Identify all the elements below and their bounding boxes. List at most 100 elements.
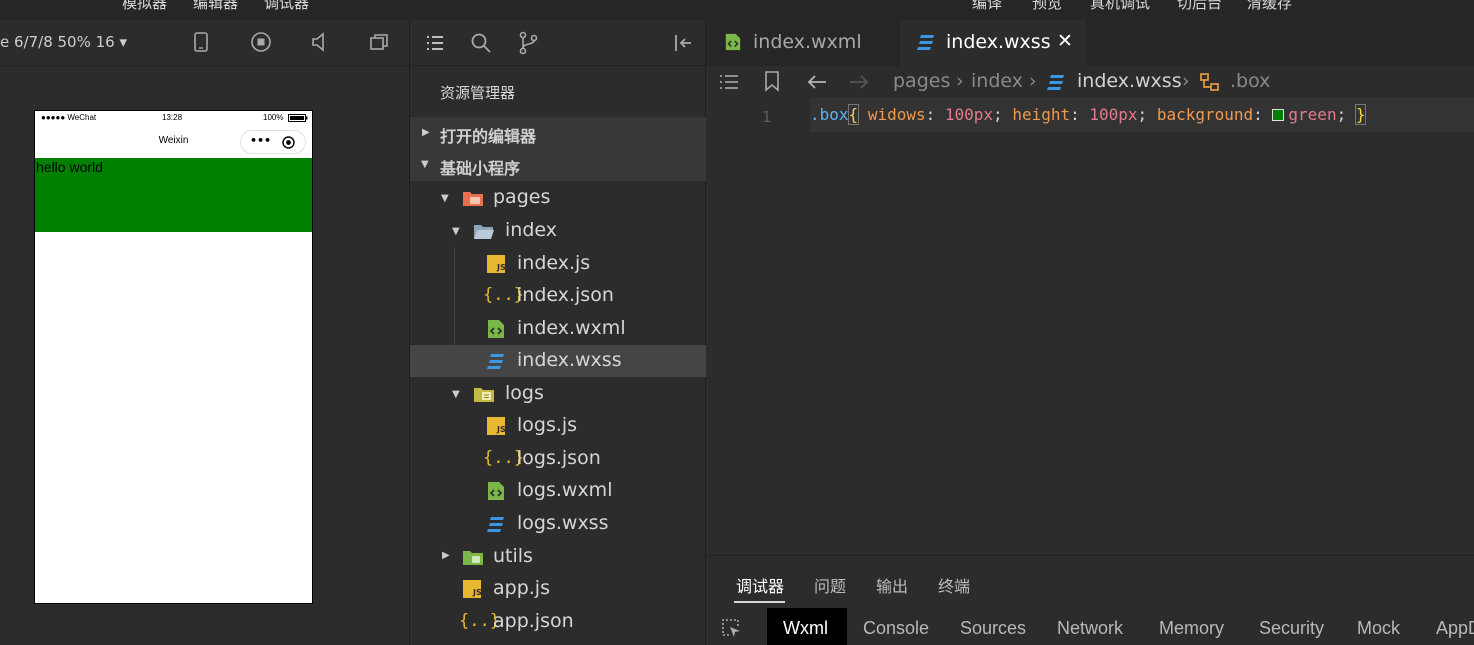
tree-item-label: pages: [493, 186, 551, 208]
tree-indent-guide: [454, 247, 455, 376]
breadcrumb: pages › index › index.wxss › .box: [706, 66, 1474, 98]
css-property: height: [1012, 105, 1071, 124]
collapse-panel-icon[interactable]: [672, 32, 694, 54]
wxml-file-icon: [488, 482, 504, 500]
source-control-icon[interactable]: [517, 31, 539, 55]
capsule-menu[interactable]: •••: [240, 130, 306, 154]
bookmark-icon[interactable]: [763, 70, 781, 92]
tree-item-label: logs.wxss: [517, 512, 609, 534]
utils-folder-icon: [463, 551, 483, 565]
chevron-down-icon: ▼: [421, 159, 429, 170]
menu-real-device-debug[interactable]: 真机调试: [1090, 0, 1150, 13]
chevron-right-icon: ›: [1029, 70, 1037, 92]
box-element: hello world: [35, 158, 312, 232]
tab-wxml[interactable]: Wxml: [783, 618, 828, 639]
close-icon[interactable]: ✕: [1057, 30, 1073, 52]
inspect-element-icon[interactable]: [720, 617, 742, 639]
chevron-right-icon: ›: [956, 70, 964, 92]
status-time: 13:28: [162, 113, 183, 122]
tab-terminal[interactable]: 终端: [938, 573, 970, 597]
tree-item-label: index: [505, 219, 557, 241]
box-text: hello world: [36, 159, 103, 175]
tree-item-index-folder[interactable]: ▼ index: [410, 215, 706, 247]
tab-problems[interactable]: 问题: [814, 573, 846, 597]
menu-clear-cache[interactable]: 清缓存: [1247, 0, 1292, 13]
more-icon[interactable]: •••: [250, 134, 271, 147]
chevron-down-icon: ▼: [452, 389, 460, 400]
outline-icon[interactable]: [718, 72, 740, 92]
project-section[interactable]: ▼ 基础小程序: [410, 149, 706, 181]
devtools-window: 模拟器 编辑器 调试器 编译 预览 真机调试 切后台 清缓存 e 6/7/8 5…: [0, 0, 1474, 645]
tree-item-pages[interactable]: ▼ pages: [410, 182, 706, 214]
debugger-panel: 调试器 问题 输出 终端 Wxml Console Sources Networ…: [706, 555, 1474, 645]
tab-index-wxss[interactable]: index.wxss ✕: [900, 20, 1086, 66]
pages-folder-icon: [463, 192, 483, 206]
menu-editor[interactable]: 编辑器: [193, 0, 238, 13]
file-list-icon[interactable]: [424, 32, 446, 54]
tab-output[interactable]: 输出: [876, 573, 908, 597]
code-line[interactable]: .box{ widows: 100px; height: 100px; back…: [810, 104, 1367, 125]
device-select[interactable]: e 6/7/8 50% 16 ▾: [0, 33, 127, 51]
tab-security[interactable]: Security: [1259, 618, 1324, 639]
tab-sources[interactable]: Sources: [960, 618, 1026, 639]
stop-icon[interactable]: [249, 30, 273, 54]
folder-open-icon: [474, 225, 494, 239]
svg-text:JS: JS: [472, 588, 482, 597]
tree-item-app-json[interactable]: {..} app.json: [410, 606, 706, 638]
wxml-file-icon: [488, 320, 504, 338]
menu-compile[interactable]: 编译: [972, 0, 1002, 13]
search-icon[interactable]: [470, 32, 492, 54]
tab-appdata[interactable]: AppD: [1436, 618, 1474, 639]
forward-arrow-icon[interactable]: [848, 72, 870, 92]
css-property: widows: [867, 105, 926, 124]
tree-item-label: logs.js: [517, 414, 578, 436]
color-swatch-icon[interactable]: [1272, 109, 1285, 121]
phone-status-bar: ●●●●● WeChat 13:28 100%: [35, 111, 312, 125]
breadcrumb-index[interactable]: index: [971, 70, 1023, 92]
menu-preview[interactable]: 预览: [1032, 0, 1062, 13]
tree-item-logs-js[interactable]: JS logs.js: [410, 410, 706, 442]
phone-screen: ●●●●● WeChat 13:28 100% Weixin ••• hello…: [34, 110, 313, 604]
tree-item-logs-json[interactable]: {..} logs.json: [410, 443, 706, 475]
tree-item-label: logs.json: [517, 447, 601, 469]
devtools-panel-tabs: Wxml Console Sources Network Memory Secu…: [706, 608, 1474, 645]
active-tab-indicator: [734, 601, 785, 603]
chevron-right-icon: ▶: [442, 550, 450, 561]
tree-item-utils-folder[interactable]: ▶ utils: [410, 541, 706, 573]
menu-simulator[interactable]: 模拟器: [122, 0, 167, 13]
tree-item-app-js[interactable]: JS app.js: [410, 573, 706, 605]
tab-memory[interactable]: Memory: [1159, 618, 1224, 639]
open-editors-label: 打开的编辑器: [440, 127, 537, 146]
close-capsule-icon[interactable]: [282, 136, 295, 149]
tree-item-logs-folder[interactable]: ▼ logs: [410, 378, 706, 410]
tab-label: index.wxss: [946, 31, 1051, 53]
tab-network[interactable]: Network: [1057, 618, 1123, 639]
breadcrumb-pages[interactable]: pages: [893, 70, 950, 92]
phone-icon[interactable]: [189, 30, 213, 54]
js-file-icon: JS: [487, 417, 506, 435]
menu-background[interactable]: 切后台: [1177, 0, 1222, 13]
chevron-down-icon: ▼: [441, 193, 449, 204]
breadcrumb-file[interactable]: index.wxss: [1077, 70, 1182, 92]
tree-item-label: index.wxss: [517, 349, 622, 371]
close-brace: }: [1354, 104, 1367, 125]
tree-item-label: app.json: [493, 610, 574, 632]
tree-item-logs-wxss[interactable]: logs.wxss: [410, 508, 706, 540]
tree-item-label: index.json: [517, 284, 614, 306]
tab-mock[interactable]: Mock: [1357, 618, 1400, 639]
tree-item-label: index.js: [517, 252, 591, 274]
tab-console[interactable]: Console: [863, 618, 929, 639]
volume-icon[interactable]: [308, 30, 332, 54]
open-editors-section[interactable]: ▶ 打开的编辑器: [410, 117, 706, 149]
chevron-right-icon: ▶: [422, 127, 430, 138]
css-class-symbol-icon: [1200, 73, 1219, 91]
tree-item-logs-wxml[interactable]: logs.wxml: [410, 475, 706, 507]
tab-index-wxml[interactable]: index.wxml: [706, 20, 900, 66]
detach-window-icon[interactable]: [367, 30, 391, 54]
breadcrumb-symbol[interactable]: .box: [1230, 70, 1270, 92]
back-arrow-icon[interactable]: [806, 72, 828, 92]
js-file-icon: JS: [463, 580, 482, 598]
svg-text:JS: JS: [496, 263, 506, 272]
menu-debugger[interactable]: 调试器: [264, 0, 309, 13]
tab-debugger[interactable]: 调试器: [736, 573, 784, 597]
